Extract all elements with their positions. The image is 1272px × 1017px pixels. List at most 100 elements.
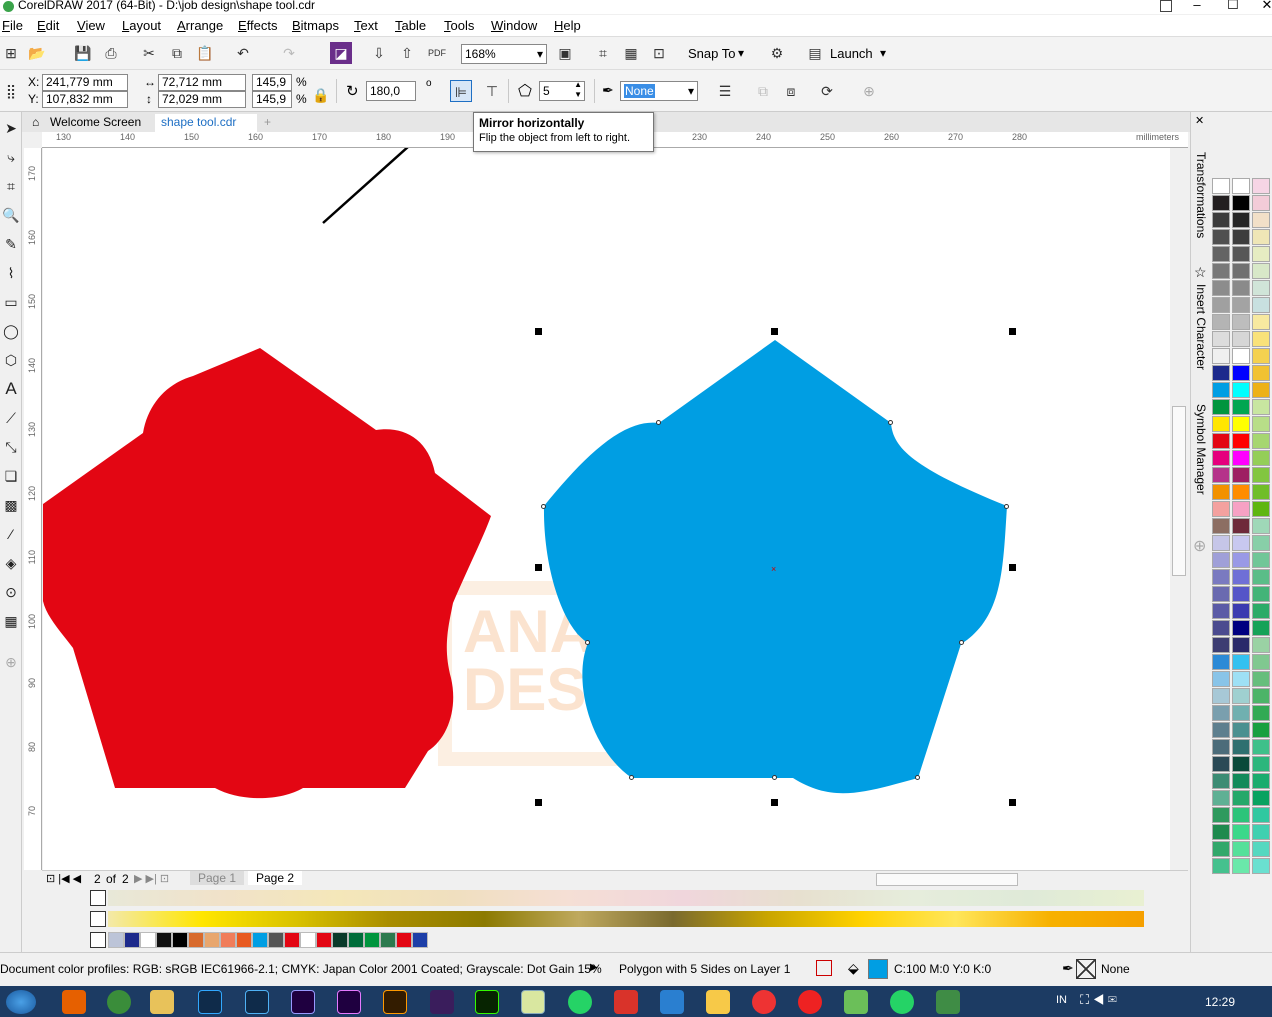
drop-shadow-icon[interactable]: ❏	[1, 464, 21, 488]
vertical-scrollbar[interactable]	[1170, 148, 1188, 870]
convert-to-curves-icon[interactable]: ⟳	[816, 80, 838, 102]
minimize-button[interactable]: –	[1180, 0, 1214, 14]
page-nav-icons[interactable]: ⊡ |◀ ◀	[46, 872, 81, 885]
palette-color-swatch[interactable]	[1232, 654, 1250, 670]
palette-color-swatch[interactable]	[1232, 688, 1250, 704]
add-tab-icon[interactable]: +	[258, 114, 277, 132]
outline-width-select[interactable]: None ▾	[620, 81, 698, 101]
palette-color-swatch[interactable]	[1252, 348, 1270, 364]
palette-color-swatch[interactable]	[1232, 297, 1250, 313]
whatsapp-icon[interactable]	[890, 990, 914, 1014]
palette-color-swatch[interactable]	[1232, 433, 1250, 449]
color-swatch[interactable]	[124, 932, 140, 948]
palette-color-swatch[interactable]	[1232, 841, 1250, 857]
color-swatch[interactable]	[172, 932, 188, 948]
palette-color-swatch[interactable]	[1232, 586, 1250, 602]
color-eyedropper-icon[interactable]: ⁄	[1, 522, 21, 546]
print-icon[interactable]: ⎙	[100, 42, 122, 64]
palette-color-swatch[interactable]	[1232, 705, 1250, 721]
palette-color-swatch[interactable]	[1252, 586, 1270, 602]
selection-handle[interactable]	[535, 799, 542, 806]
menu-file[interactable]: File	[2, 18, 23, 33]
menu-table[interactable]: Table	[395, 18, 426, 33]
palette-color-swatch[interactable]	[1252, 450, 1270, 466]
selection-handle[interactable]	[535, 328, 542, 335]
palette-color-swatch[interactable]	[1252, 382, 1270, 398]
polygon-sides-stepper[interactable]: 5 ▲ ▼	[539, 80, 585, 101]
palette-color-swatch[interactable]	[1232, 552, 1250, 568]
menu-help[interactable]: Help	[554, 18, 581, 33]
search-content-icon[interactable]: ◪	[330, 42, 352, 64]
palette-color-swatch[interactable]	[1232, 229, 1250, 245]
palette-color-swatch[interactable]	[1232, 603, 1250, 619]
open-icon[interactable]: 📂	[26, 42, 48, 64]
ellipse-tool-icon[interactable]: ◯	[1, 319, 21, 343]
save-icon[interactable]: 💾	[72, 42, 94, 64]
palette-color-swatch[interactable]	[1212, 518, 1230, 534]
explorer-icon[interactable]	[150, 990, 174, 1014]
outline-none-swatch[interactable]	[1076, 959, 1096, 979]
palette-color-swatch[interactable]	[1232, 824, 1250, 840]
chevron-down-icon[interactable]: ▾	[738, 46, 744, 60]
docker-tab-symbol-manager[interactable]: Symbol Manager	[1194, 404, 1208, 495]
lock-ratio-icon[interactable]: 🔒	[312, 84, 329, 106]
palette-color-swatch[interactable]	[1212, 331, 1230, 347]
no-color-swatch[interactable]	[90, 911, 106, 927]
zoom-level-select[interactable]: 168% ▾	[461, 44, 547, 64]
palette-color-swatch[interactable]	[1232, 246, 1250, 262]
app-icon[interactable]	[706, 990, 730, 1014]
menu-text[interactable]: Text	[354, 18, 378, 33]
palette-color-swatch[interactable]	[1252, 399, 1270, 415]
artistic-media-icon[interactable]: ⌇	[1, 261, 21, 285]
chevron-down-icon[interactable]: ▾	[880, 46, 886, 60]
palette-color-swatch[interactable]	[1232, 518, 1250, 534]
palette-color-swatch[interactable]	[1252, 229, 1270, 245]
palette-color-swatch[interactable]	[1212, 416, 1230, 432]
palette-color-swatch[interactable]	[1212, 773, 1230, 789]
palette-color-swatch[interactable]	[1212, 620, 1230, 636]
premiere-icon[interactable]	[337, 990, 361, 1014]
export-icon[interactable]: ⇧	[396, 42, 418, 64]
palette-color-swatch[interactable]	[1252, 620, 1270, 636]
menu-bitmaps[interactable]: Bitmaps	[292, 18, 339, 33]
color-swatch[interactable]	[412, 932, 428, 948]
palette-color-swatch[interactable]	[1232, 382, 1250, 398]
maximize-button[interactable]: ☐	[1216, 0, 1250, 14]
palette-color-swatch[interactable]	[1252, 484, 1270, 500]
shape-tool-icon[interactable]: ⤷	[1, 145, 21, 169]
drawing-canvas[interactable]: ANAK DESG ×	[43, 148, 1170, 870]
node-handle[interactable]	[541, 504, 546, 509]
break-apart-icon[interactable]: ⧈	[780, 80, 802, 102]
palette-color-swatch[interactable]	[1252, 314, 1270, 330]
interactive-fill-icon[interactable]: ◈	[1, 551, 21, 575]
palette-color-swatch[interactable]	[1232, 569, 1250, 585]
color-swatch[interactable]	[156, 932, 172, 948]
palette-color-swatch[interactable]	[1252, 722, 1270, 738]
palette-swatches[interactable]	[108, 890, 1144, 906]
palette-color-swatch[interactable]	[1212, 858, 1230, 874]
page-nav-forward-icons[interactable]: ▶ ▶| ⊡	[134, 872, 169, 885]
palette-color-swatch[interactable]	[1252, 824, 1270, 840]
palette-color-swatch[interactable]	[1212, 654, 1230, 670]
crop-tool-icon[interactable]: ⌗	[1, 174, 21, 198]
menu-layout[interactable]: Layout	[122, 18, 161, 33]
show-guidelines-icon[interactable]: ⊡	[648, 42, 670, 64]
redo-icon[interactable]: ↷	[278, 42, 300, 64]
add-docker-icon[interactable]: ⊕	[1193, 536, 1206, 556]
palette-color-swatch[interactable]	[1252, 280, 1270, 296]
language-indicator[interactable]: IN	[1056, 994, 1067, 1006]
palette-color-swatch[interactable]	[1232, 365, 1250, 381]
palette-color-swatch[interactable]	[1212, 603, 1230, 619]
palette-color-swatch[interactable]	[1212, 535, 1230, 551]
palette-color-swatch[interactable]	[1252, 178, 1270, 194]
palette-color-swatch[interactable]	[1232, 756, 1250, 772]
palette-color-swatch[interactable]	[1252, 756, 1270, 772]
scale-height-field[interactable]: 145,9	[252, 91, 292, 108]
color-swatch[interactable]	[108, 932, 124, 948]
combine-icon[interactable]: ⧉	[752, 80, 774, 102]
palette-color-swatch[interactable]	[1212, 637, 1230, 653]
color-swatch[interactable]	[188, 932, 204, 948]
color-swatch[interactable]	[268, 932, 284, 948]
menu-edit[interactable]: Edit	[37, 18, 59, 33]
palette-color-swatch[interactable]	[1252, 518, 1270, 534]
